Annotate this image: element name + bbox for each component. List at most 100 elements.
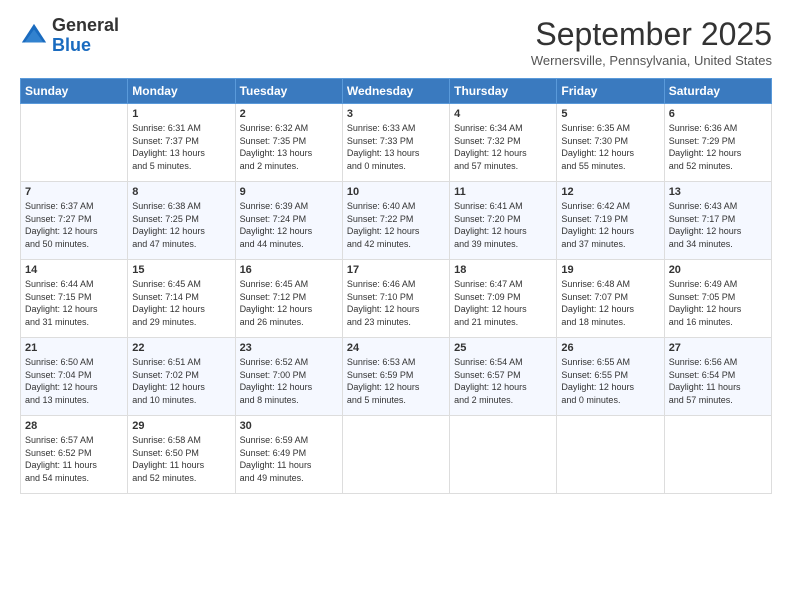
day-number: 20 (669, 264, 767, 276)
cell-w2-d6: 12 Sunrise: 6:42 AMSunset: 7:19 PMDayligh… (557, 182, 664, 260)
logo-icon (20, 22, 48, 50)
cell-w3-d3: 16 Sunrise: 6:45 AMSunset: 7:12 PMDayligh… (235, 260, 342, 338)
cell-info: Sunrise: 6:31 AMSunset: 7:37 PMDaylight:… (132, 122, 230, 172)
cell-w3-d7: 20 Sunrise: 6:49 AMSunset: 7:05 PMDayligh… (664, 260, 771, 338)
cell-info: Sunrise: 6:45 AMSunset: 7:14 PMDaylight:… (132, 278, 230, 328)
cell-w1-d3: 2 Sunrise: 6:32 AMSunset: 7:35 PMDaylight… (235, 104, 342, 182)
day-number: 25 (454, 342, 552, 354)
day-number: 8 (132, 186, 230, 198)
day-number: 3 (347, 108, 445, 120)
day-number: 10 (347, 186, 445, 198)
cell-info: Sunrise: 6:58 AMSunset: 6:50 PMDaylight:… (132, 434, 230, 484)
cell-w4-d2: 22Sunrise: 6:51 AMSunset: 7:02 PMDayligh… (128, 338, 235, 416)
cell-info: Sunrise: 6:39 AMSunset: 7:24 PMDaylight:… (240, 200, 338, 250)
cell-info: Sunrise: 6:35 AMSunset: 7:30 PMDaylight:… (561, 122, 659, 172)
logo: General Blue (20, 16, 119, 56)
day-number: 2 (240, 108, 338, 120)
day-number: 16 (240, 264, 338, 276)
cell-info: Sunrise: 6:49 AMSunset: 7:05 PMDaylight:… (669, 278, 767, 328)
cell-info: Sunrise: 6:52 AMSunset: 7:00 PMDaylight:… (240, 356, 338, 406)
calendar-table: SundayMondayTuesdayWednesdayThursdayFrid… (20, 78, 772, 494)
cell-w5-d6 (557, 416, 664, 494)
day-number: 29 (132, 420, 230, 432)
col-header-thursday: Thursday (450, 79, 557, 104)
logo-text: General Blue (52, 16, 119, 56)
cell-info: Sunrise: 6:56 AMSunset: 6:54 PMDaylight:… (669, 356, 767, 406)
day-number: 7 (25, 186, 123, 198)
cell-w2-d1: 7 Sunrise: 6:37 AMSunset: 7:27 PMDaylight… (21, 182, 128, 260)
cell-w1-d6: 5 Sunrise: 6:35 AMSunset: 7:30 PMDaylight… (557, 104, 664, 182)
cell-info: Sunrise: 6:41 AMSunset: 7:20 PMDaylight:… (454, 200, 552, 250)
cell-w3-d5: 18 Sunrise: 6:47 AMSunset: 7:09 PMDayligh… (450, 260, 557, 338)
day-number: 17 (347, 264, 445, 276)
cell-info: Sunrise: 6:55 AMSunset: 6:55 PMDaylight:… (561, 356, 659, 406)
cell-info: Sunrise: 6:37 AMSunset: 7:27 PMDaylight:… (25, 200, 123, 250)
day-number: 13 (669, 186, 767, 198)
title-block: September 2025 Wernersville, Pennsylvani… (531, 16, 772, 68)
cell-w1-d5: 4 Sunrise: 6:34 AMSunset: 7:32 PMDaylight… (450, 104, 557, 182)
col-header-saturday: Saturday (664, 79, 771, 104)
day-number: 18 (454, 264, 552, 276)
cell-w2-d5: 11 Sunrise: 6:41 AMSunset: 7:20 PMDayligh… (450, 182, 557, 260)
cell-w5-d2: 29 Sunrise: 6:58 AMSunset: 6:50 PMDayligh… (128, 416, 235, 494)
cell-w5-d4 (342, 416, 449, 494)
cell-w5-d1: 28 Sunrise: 6:57 AMSunset: 6:52 PMDayligh… (21, 416, 128, 494)
location: Wernersville, Pennsylvania, United State… (531, 53, 772, 68)
header: General Blue September 2025 Wernersville… (20, 16, 772, 68)
week-row-1: 1Sunrise: 6:31 AMSunset: 7:37 PMDaylight… (21, 104, 772, 182)
day-number: 27 (669, 342, 767, 354)
cell-w1-d7: 6Sunrise: 6:36 AMSunset: 7:29 PMDaylight… (664, 104, 771, 182)
calendar-body: 1Sunrise: 6:31 AMSunset: 7:37 PMDaylight… (21, 104, 772, 494)
day-number: 30 (240, 420, 338, 432)
cell-info: Sunrise: 6:51 AMSunset: 7:02 PMDaylight:… (132, 356, 230, 406)
cell-w4-d6: 26 Sunrise: 6:55 AMSunset: 6:55 PMDayligh… (557, 338, 664, 416)
header-row: SundayMondayTuesdayWednesdayThursdayFrid… (21, 79, 772, 104)
day-number: 6 (669, 108, 767, 120)
week-row-4: 21Sunrise: 6:50 AMSunset: 7:04 PMDayligh… (21, 338, 772, 416)
cell-w4-d7: 27 Sunrise: 6:56 AMSunset: 6:54 PMDayligh… (664, 338, 771, 416)
day-number: 5 (561, 108, 659, 120)
cell-info: Sunrise: 6:57 AMSunset: 6:52 PMDaylight:… (25, 434, 123, 484)
cell-w2-d7: 13Sunrise: 6:43 AMSunset: 7:17 PMDayligh… (664, 182, 771, 260)
day-number: 12 (561, 186, 659, 198)
month-title: September 2025 (531, 16, 772, 53)
page: General Blue September 2025 Wernersville… (0, 0, 792, 612)
cell-info: Sunrise: 6:42 AMSunset: 7:19 PMDaylight:… (561, 200, 659, 250)
cell-info: Sunrise: 6:45 AMSunset: 7:12 PMDaylight:… (240, 278, 338, 328)
col-header-monday: Monday (128, 79, 235, 104)
cell-info: Sunrise: 6:44 AMSunset: 7:15 PMDaylight:… (25, 278, 123, 328)
cell-info: Sunrise: 6:50 AMSunset: 7:04 PMDaylight:… (25, 356, 123, 406)
cell-w2-d2: 8 Sunrise: 6:38 AMSunset: 7:25 PMDaylight… (128, 182, 235, 260)
logo-general-text: General (52, 15, 119, 35)
cell-info: Sunrise: 6:46 AMSunset: 7:10 PMDaylight:… (347, 278, 445, 328)
cell-w4-d1: 21Sunrise: 6:50 AMSunset: 7:04 PMDayligh… (21, 338, 128, 416)
day-number: 28 (25, 420, 123, 432)
col-header-friday: Friday (557, 79, 664, 104)
cell-w3-d4: 17 Sunrise: 6:46 AMSunset: 7:10 PMDayligh… (342, 260, 449, 338)
cell-w3-d6: 19Sunrise: 6:48 AMSunset: 7:07 PMDayligh… (557, 260, 664, 338)
cell-info: Sunrise: 6:32 AMSunset: 7:35 PMDaylight:… (240, 122, 338, 172)
cell-w1-d2: 1Sunrise: 6:31 AMSunset: 7:37 PMDaylight… (128, 104, 235, 182)
cell-w4-d5: 25Sunrise: 6:54 AMSunset: 6:57 PMDayligh… (450, 338, 557, 416)
week-row-2: 7 Sunrise: 6:37 AMSunset: 7:27 PMDaylight… (21, 182, 772, 260)
cell-info: Sunrise: 6:47 AMSunset: 7:09 PMDaylight:… (454, 278, 552, 328)
cell-w2-d4: 10Sunrise: 6:40 AMSunset: 7:22 PMDayligh… (342, 182, 449, 260)
col-header-wednesday: Wednesday (342, 79, 449, 104)
cell-w1-d4: 3 Sunrise: 6:33 AMSunset: 7:33 PMDaylight… (342, 104, 449, 182)
cell-info: Sunrise: 6:38 AMSunset: 7:25 PMDaylight:… (132, 200, 230, 250)
day-number: 24 (347, 342, 445, 354)
col-header-tuesday: Tuesday (235, 79, 342, 104)
day-number: 4 (454, 108, 552, 120)
cell-w2-d3: 9Sunrise: 6:39 AMSunset: 7:24 PMDaylight… (235, 182, 342, 260)
cell-w5-d5 (450, 416, 557, 494)
cell-info: Sunrise: 6:33 AMSunset: 7:33 PMDaylight:… (347, 122, 445, 172)
cell-w5-d7 (664, 416, 771, 494)
day-number: 26 (561, 342, 659, 354)
day-number: 11 (454, 186, 552, 198)
cell-w3-d1: 14Sunrise: 6:44 AMSunset: 7:15 PMDayligh… (21, 260, 128, 338)
cell-info: Sunrise: 6:34 AMSunset: 7:32 PMDaylight:… (454, 122, 552, 172)
week-row-5: 28 Sunrise: 6:57 AMSunset: 6:52 PMDayligh… (21, 416, 772, 494)
week-row-3: 14Sunrise: 6:44 AMSunset: 7:15 PMDayligh… (21, 260, 772, 338)
col-header-sunday: Sunday (21, 79, 128, 104)
day-number: 15 (132, 264, 230, 276)
